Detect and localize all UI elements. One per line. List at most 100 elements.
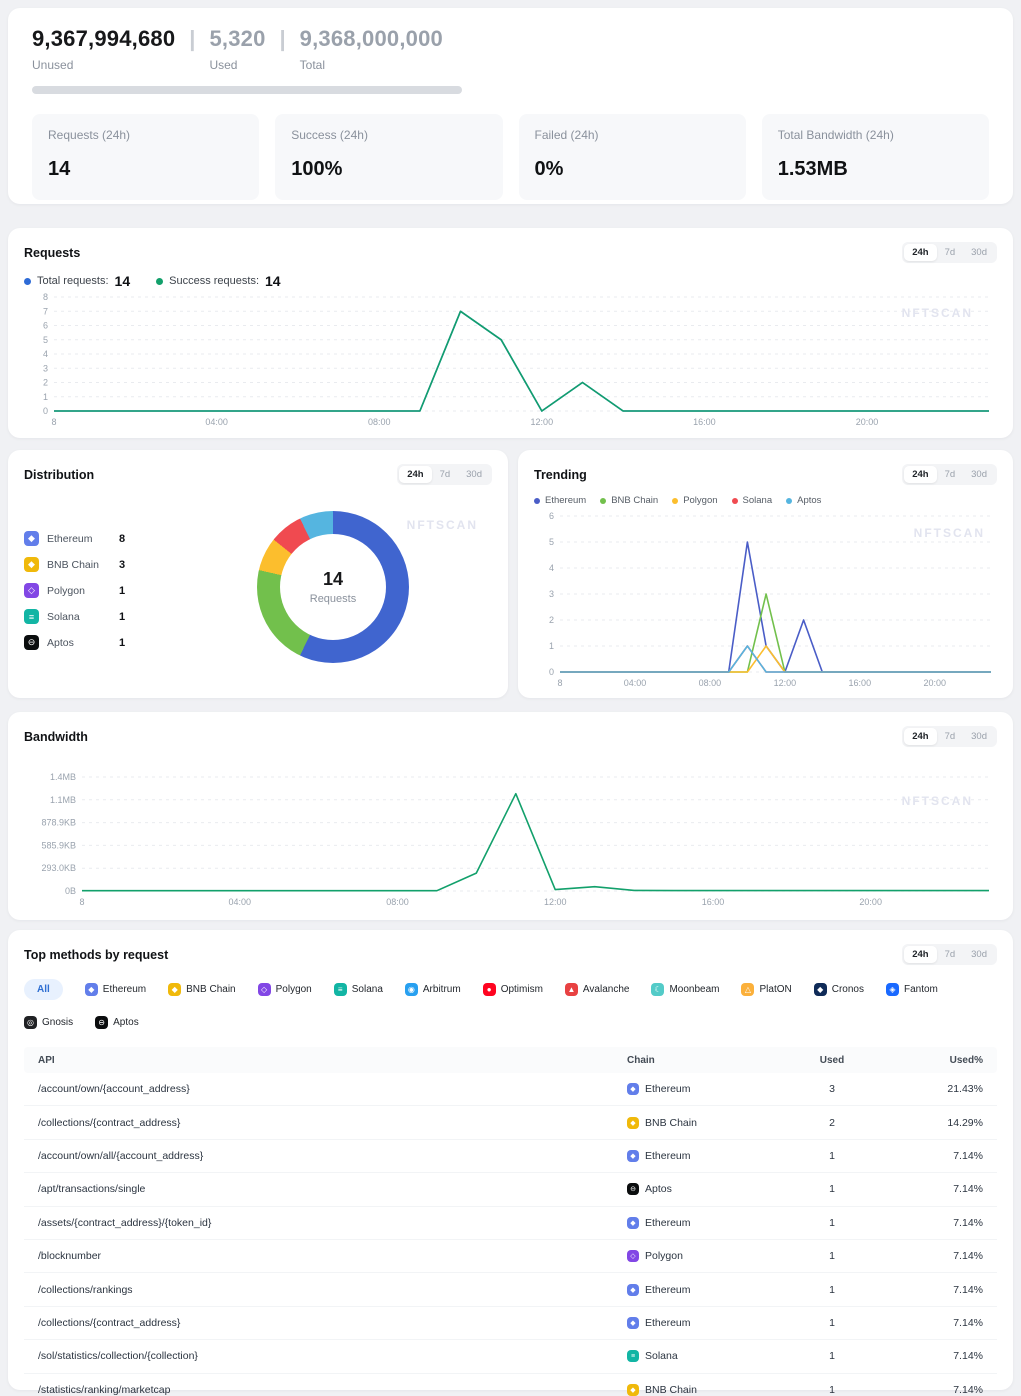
range-option-30d[interactable]: 30d: [963, 946, 995, 963]
used-count: 1: [777, 1217, 887, 1229]
svg-text:7: 7: [43, 306, 48, 316]
bandwidth-range-switch: 24h7d30d: [902, 726, 997, 747]
chain-chip-ethereum[interactable]: ◆ Ethereum: [85, 979, 146, 1000]
total-label: Total: [300, 58, 443, 72]
requests-range-switch: 24h7d30d: [902, 242, 997, 263]
distribution-legend-item[interactable]: ⊖ Aptos 1: [24, 635, 174, 650]
range-option-24h[interactable]: 24h: [904, 946, 936, 963]
range-option-24h[interactable]: 24h: [399, 466, 431, 483]
methods-table-body: /account/own/{account_address} ◆ Ethereu…: [24, 1073, 997, 1396]
chip-label: Avalanche: [583, 984, 630, 995]
chain-chip-solana[interactable]: ≡Solana: [334, 979, 383, 1000]
svg-text:8: 8: [51, 417, 56, 427]
chain-chip-aptos[interactable]: ⊖Aptos: [95, 1012, 139, 1033]
chain-chip-fantom[interactable]: ◈Fantom: [886, 979, 938, 1000]
used-count: 1: [777, 1284, 887, 1296]
chain-chip-gnosis[interactable]: ◎Gnosis: [24, 1012, 73, 1033]
donut-center: 14 Requests: [280, 534, 386, 640]
chain-request-count: 1: [119, 611, 125, 623]
table-row[interactable]: /collections/{contract_address} ◆ Ethere…: [24, 1307, 997, 1340]
table-row[interactable]: /account/own/{account_address} ◆ Ethereu…: [24, 1073, 997, 1106]
legend-dot-icon: [786, 498, 792, 504]
chain-name: BNB Chain: [47, 559, 119, 571]
svg-text:16:00: 16:00: [693, 417, 716, 427]
top-methods-panel: Top methods by request 24h7d30d All ◆ Ethe…: [8, 930, 1013, 1390]
legend-label: Success requests:: [169, 275, 259, 287]
range-option-7d[interactable]: 7d: [937, 244, 964, 261]
chain-chip-platon[interactable]: △PlatON: [741, 979, 791, 1000]
chip-label: Ethereum: [103, 984, 146, 995]
chain-chip-arbitrum[interactable]: ◉Arbitrum: [405, 979, 461, 1000]
legend-dot-icon: [156, 278, 163, 285]
ethereum-icon: ◆: [85, 983, 98, 996]
distribution-legend-item[interactable]: ◆ Ethereum 8: [24, 531, 174, 546]
chain-chip-moonbeam[interactable]: ☾Moonbeam: [651, 979, 719, 1000]
range-option-7d[interactable]: 7d: [432, 466, 459, 483]
stat-cards: Requests (24h) 14Success (24h) 100%Faile…: [32, 114, 989, 200]
api-path: /statistics/ranking/marketcap: [38, 1384, 627, 1396]
trending-legend-item[interactable]: BNB Chain: [600, 495, 658, 506]
chain-name: Ethereum: [47, 533, 119, 545]
svg-text:3: 3: [43, 363, 48, 373]
table-row[interactable]: /sol/statistics/collection/{collection} …: [24, 1340, 997, 1373]
range-option-7d[interactable]: 7d: [937, 946, 964, 963]
stat-value: 100%: [291, 158, 486, 181]
chain-cell: ◆ Ethereum: [627, 1317, 777, 1329]
range-option-30d[interactable]: 30d: [963, 466, 995, 483]
solana-icon: ≡: [24, 609, 39, 624]
stat-value: 0%: [535, 158, 730, 181]
distribution-legend-item[interactable]: ≡ Solana 1: [24, 609, 174, 624]
svg-text:878.9KB: 878.9KB: [41, 818, 76, 828]
used-percent: 21.43%: [887, 1083, 983, 1095]
trending-legend-item[interactable]: Solana: [732, 495, 773, 506]
range-option-30d[interactable]: 30d: [963, 728, 995, 745]
bnb-chain-icon: ◆: [627, 1384, 639, 1396]
legend-item[interactable]: Success requests: 14: [156, 273, 280, 289]
svg-text:8: 8: [79, 897, 84, 907]
table-row[interactable]: /account/own/all/{account_address} ◆ Eth…: [24, 1140, 997, 1173]
distribution-legend-item[interactable]: ◇ Polygon 1: [24, 583, 174, 598]
separator: |: [280, 26, 286, 52]
chain-chip-polygon[interactable]: ◇Polygon: [258, 979, 312, 1000]
top-methods-title: Top methods by request: [24, 948, 168, 962]
distribution-legend-item[interactable]: ◆ BNB Chain 3: [24, 557, 174, 572]
chain-chip-optimism[interactable]: ●Optimism: [483, 979, 543, 1000]
range-option-24h[interactable]: 24h: [904, 244, 936, 261]
trending-legend-item[interactable]: Ethereum: [534, 495, 586, 506]
used-count: 1: [777, 1150, 887, 1162]
col-chain: Chain: [627, 1055, 777, 1066]
legend-label: Total requests:: [37, 275, 109, 287]
chain-chip-avalanche[interactable]: ▲Avalanche: [565, 979, 630, 1000]
separator: |: [189, 26, 195, 52]
range-option-30d[interactable]: 30d: [963, 244, 995, 261]
range-option-7d[interactable]: 7d: [937, 728, 964, 745]
used-percent: 7.14%: [887, 1317, 983, 1329]
used-percent: 7.14%: [887, 1384, 983, 1396]
trending-legend-item[interactable]: Aptos: [786, 495, 821, 506]
chain-name: Polygon: [47, 585, 119, 597]
stat-card-0: Requests (24h) 14: [32, 114, 259, 200]
trending-legend-item[interactable]: Polygon: [672, 495, 717, 506]
usage-summary-card: 9,367,994,680 Unused | 5,320 Used | 9,36…: [8, 8, 1013, 204]
chain-name: Polygon: [645, 1250, 683, 1262]
chain-chip-cronos[interactable]: ◆Cronos: [814, 979, 864, 1000]
legend-item[interactable]: Total requests: 14: [24, 273, 130, 289]
table-row[interactable]: /collections/{contract_address} ◆ BNB Ch…: [24, 1106, 997, 1139]
stat-label: Total Bandwidth (24h): [778, 128, 973, 142]
chain-chip-bnb-chain[interactable]: ◆BNB Chain: [168, 979, 235, 1000]
chain-chip-all[interactable]: All: [24, 979, 63, 1000]
chain-name: BNB Chain: [645, 1117, 697, 1129]
range-option-24h[interactable]: 24h: [904, 466, 936, 483]
range-option-30d[interactable]: 30d: [458, 466, 490, 483]
table-row[interactable]: /apt/transactions/single ⊖ Aptos 1 7.14%: [24, 1173, 997, 1206]
table-row[interactable]: /statistics/ranking/marketcap ◆ BNB Chai…: [24, 1374, 997, 1396]
table-row[interactable]: /assets/{contract_address}/{token_id} ◆ …: [24, 1207, 997, 1240]
trending-legend: Ethereum BNB Chain Polygon Solana Aptos: [534, 495, 997, 506]
range-option-24h[interactable]: 24h: [904, 728, 936, 745]
range-option-7d[interactable]: 7d: [937, 466, 964, 483]
used-block: 5,320 Used: [209, 26, 265, 72]
table-row[interactable]: /blocknumber ◇ Polygon 1 7.14%: [24, 1240, 997, 1273]
svg-text:12:00: 12:00: [774, 678, 797, 688]
legend-dot-icon: [24, 278, 31, 285]
table-row[interactable]: /collections/rankings ◆ Ethereum 1 7.14%: [24, 1273, 997, 1306]
